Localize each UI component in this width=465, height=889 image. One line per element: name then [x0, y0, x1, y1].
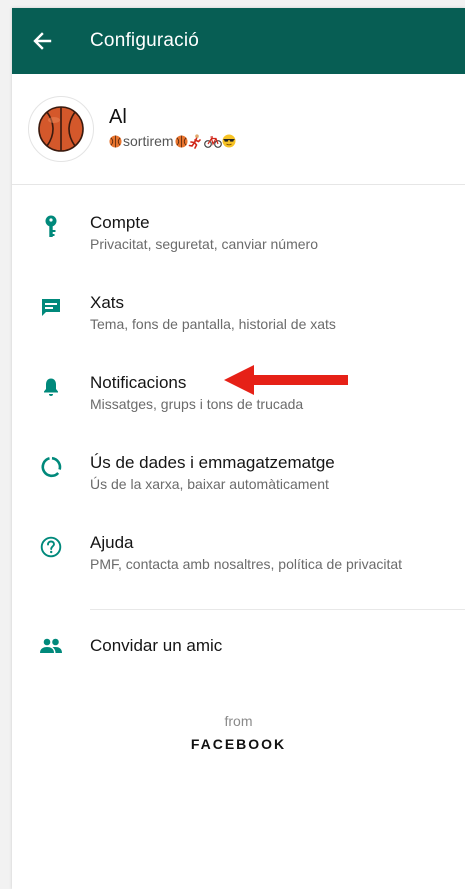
menu-item-compte[interactable]: Compte Privacitat, seguretat, canviar nú…: [12, 203, 465, 283]
data-usage-icon: [41, 456, 62, 478]
brand-label: FACEBOOK: [190, 736, 287, 752]
profile-name: Al: [109, 106, 127, 128]
avatar[interactable]: [28, 96, 94, 162]
menu-item-ajuda[interactable]: Ajuda PMF, contacta amb nosaltres, polít…: [12, 523, 465, 603]
profile-status: sortirem: [109, 131, 236, 151]
back-button[interactable]: [12, 8, 72, 74]
menu-item-subtitle: PMF, contacta amb nosaltres, política de…: [90, 556, 403, 572]
key-icon: [45, 215, 57, 237]
basketball-icon: [38, 106, 84, 152]
back-arrow-icon: [33, 32, 52, 50]
chat-icon: [42, 299, 60, 316]
invite-label: Convidar un amic: [90, 636, 223, 655]
menu-item-title: Compte: [90, 213, 150, 232]
menu-item-title: Ajuda: [90, 533, 134, 552]
menu-item-subtitle: Tema, fons de pantalla, historial de xat…: [90, 316, 336, 332]
people-icon: [40, 638, 62, 653]
menu-item-subtitle: Missatges, grups i tons de trucada: [90, 396, 304, 412]
page-title: Configuració: [90, 30, 200, 51]
invite-friend-row[interactable]: Convidar un amic: [12, 610, 465, 682]
app-bar: Configuració: [12, 8, 465, 74]
menu-item-xats[interactable]: Xats Tema, fons de pantalla, historial d…: [12, 283, 465, 363]
runner-emoji-icon: [188, 133, 201, 149]
help-icon: [40, 536, 62, 558]
menu-item-title: Ús de dades i emmagatzematge: [90, 453, 335, 472]
sunglasses-emoji-icon: [222, 134, 236, 148]
status-text: sortirem: [123, 133, 174, 149]
settings-screen: Configuració Al sortirem Compte Privacit…: [12, 8, 465, 889]
menu-item-dades[interactable]: Ús de dades i emmagatzematge Ús de la xa…: [12, 443, 465, 523]
bicycle-emoji-icon: [203, 135, 222, 148]
menu-item-title: Xats: [90, 293, 125, 312]
bell-icon: [44, 378, 58, 396]
profile-row[interactable]: Al sortirem: [12, 74, 465, 185]
settings-list: Compte Privacitat, seguretat, canviar nú…: [12, 185, 465, 752]
menu-item-subtitle: Privacitat, seguretat, canviar número: [90, 236, 318, 252]
basketball-emoji-icon: [175, 134, 188, 148]
menu-item-subtitle: Ús de la xarxa, baixar automàticament: [90, 476, 329, 492]
from-facebook: from FACEBOOK: [12, 712, 465, 752]
basketball-emoji-icon: [109, 134, 122, 148]
annotation-arrow-icon: [224, 365, 348, 395]
from-label: from: [224, 713, 253, 729]
